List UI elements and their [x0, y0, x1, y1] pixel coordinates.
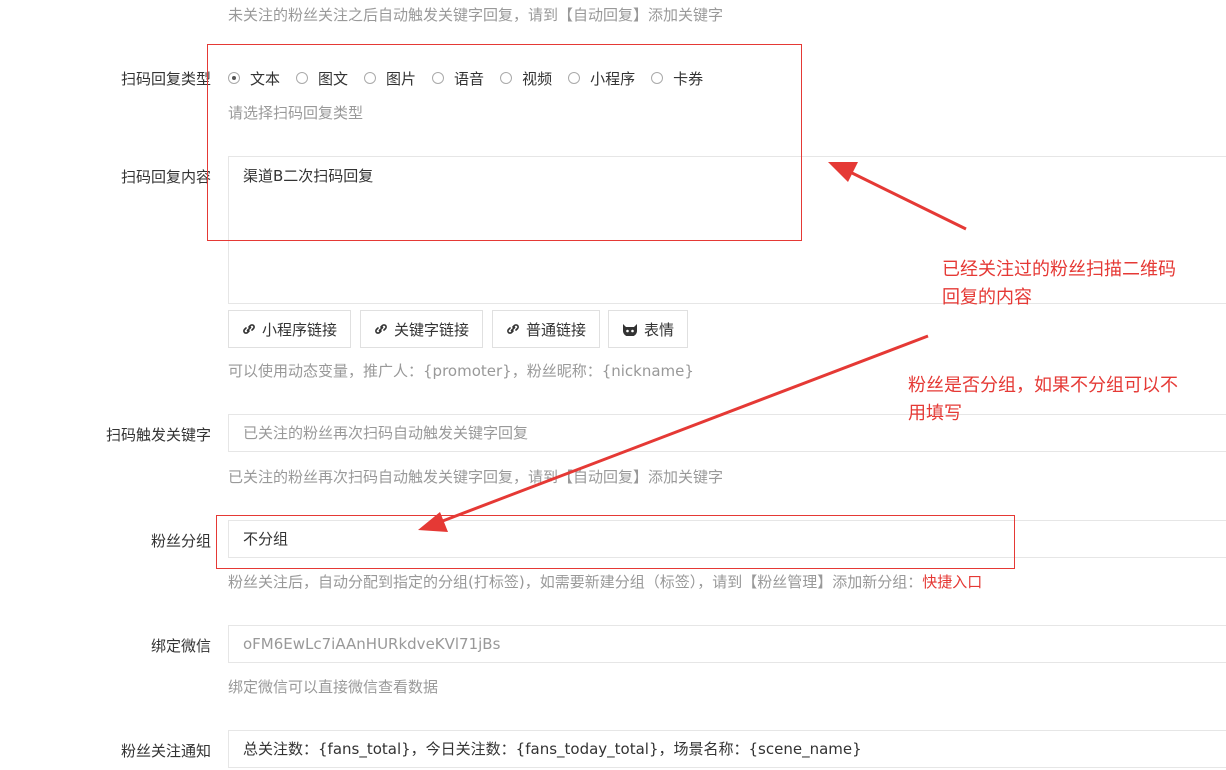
arrow-head-reply [828, 162, 858, 182]
annotation-note-reply: 已经关注过的粉丝扫描二维码 回复的内容 [942, 259, 1176, 308]
arrow-head-group [418, 512, 448, 532]
arrow-line-reply [847, 169, 967, 231]
annotation-note-group: 粉丝是否分组，如果不分组可以不 用填写 [908, 375, 1178, 424]
arrow-line-group [439, 334, 929, 524]
